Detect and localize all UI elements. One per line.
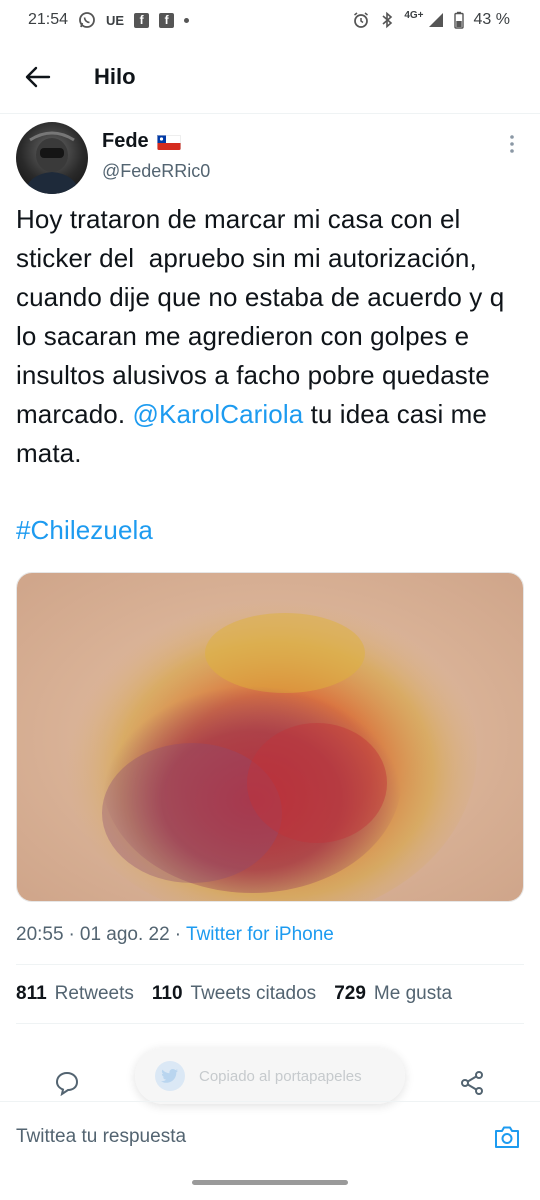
retweets-label[interactable]: Retweets — [55, 983, 134, 1005]
battery-percent: 43 % — [473, 11, 510, 28]
tweet-image[interactable] — [16, 572, 524, 902]
mention-link[interactable]: @KarolCariola — [133, 399, 304, 429]
toast-text: Copiado al portapapeles — [199, 1067, 362, 1085]
alarm-icon — [352, 11, 370, 29]
page-title: Hilo — [94, 63, 136, 89]
home-indicator[interactable] — [192, 1180, 348, 1185]
reply-bar: Twittea tu respuesta — [0, 1101, 540, 1171]
tweet-time: 20:55 — [16, 924, 64, 945]
back-button[interactable] — [18, 57, 58, 97]
tweet-stats: 811 Retweets 110 Tweets citados 729 Me g… — [16, 965, 524, 1023]
tweet: Fede @FedeRRic0 Hoy trataron de marcar m… — [16, 120, 524, 1024]
facebook-icon: f — [134, 12, 150, 28]
quotes-label[interactable]: Tweets citados — [191, 983, 317, 1005]
more-vertical-icon — [510, 135, 514, 153]
reply-icon — [55, 1071, 79, 1096]
meta-separator: · — [68, 924, 75, 945]
tweet-source-link[interactable]: Twitter for iPhone — [186, 924, 334, 946]
status-right: 4G+ 43 % — [352, 9, 510, 29]
carrier-tag: UE — [106, 12, 125, 28]
share-icon — [461, 1071, 483, 1095]
more-options-button[interactable] — [500, 132, 524, 156]
hashtag-link[interactable]: #Chilezuela — [16, 515, 153, 545]
avatar[interactable] — [16, 122, 88, 194]
divider — [16, 1023, 524, 1024]
facebook-icon: f — [159, 12, 175, 28]
battery-icon — [453, 11, 464, 29]
bluetooth-icon — [380, 11, 394, 29]
twitter-bird-icon — [155, 1061, 185, 1091]
author-handle[interactable]: @FedeRRic0 — [102, 161, 210, 182]
quotes-count: 110 — [151, 983, 183, 1004]
chile-flag-icon — [156, 134, 181, 150]
copied-toast: Copiado al portapapeles — [135, 1048, 405, 1104]
tweet-text: Hoy trataron de marcar mi casa con el st… — [16, 200, 524, 550]
whatsapp-icon — [78, 11, 96, 29]
dot-icon — [184, 17, 190, 23]
author-name[interactable]: Fede — [102, 130, 210, 153]
author-info: Fede @FedeRRic0 — [102, 130, 210, 182]
likes-label[interactable]: Me gusta — [374, 983, 452, 1005]
tweet-date: 01 ago. 22 — [79, 924, 170, 945]
camera-icon — [495, 1126, 519, 1148]
author-row: Fede @FedeRRic0 — [16, 120, 524, 198]
reply-input[interactable]: Twittea tu respuesta — [16, 1126, 186, 1148]
arrow-left-icon — [25, 66, 51, 87]
header: Hilo — [0, 40, 540, 114]
tweet-body: Hoy trataron de marcar mi casa con el st… — [16, 204, 512, 429]
signal-icon — [428, 12, 444, 28]
tweet-meta: 20:55 · 01 ago. 22 · Twitter for iPhone — [16, 924, 524, 946]
likes-count: 729 — [334, 983, 366, 1004]
status-time: 21:54 — [28, 11, 69, 28]
retweets-count: 811 — [16, 983, 47, 1004]
share-button[interactable] — [458, 1069, 486, 1097]
meta-separator: · — [174, 924, 182, 945]
camera-button[interactable] — [492, 1122, 522, 1152]
status-bar: 21:54 UE f f 4G+ 43 % — [0, 0, 540, 40]
reply-button[interactable] — [53, 1069, 81, 1097]
status-left: 21:54 UE f f — [28, 11, 190, 29]
author-name-text: Fede — [102, 130, 149, 152]
network-type: 4G+ — [404, 9, 424, 21]
